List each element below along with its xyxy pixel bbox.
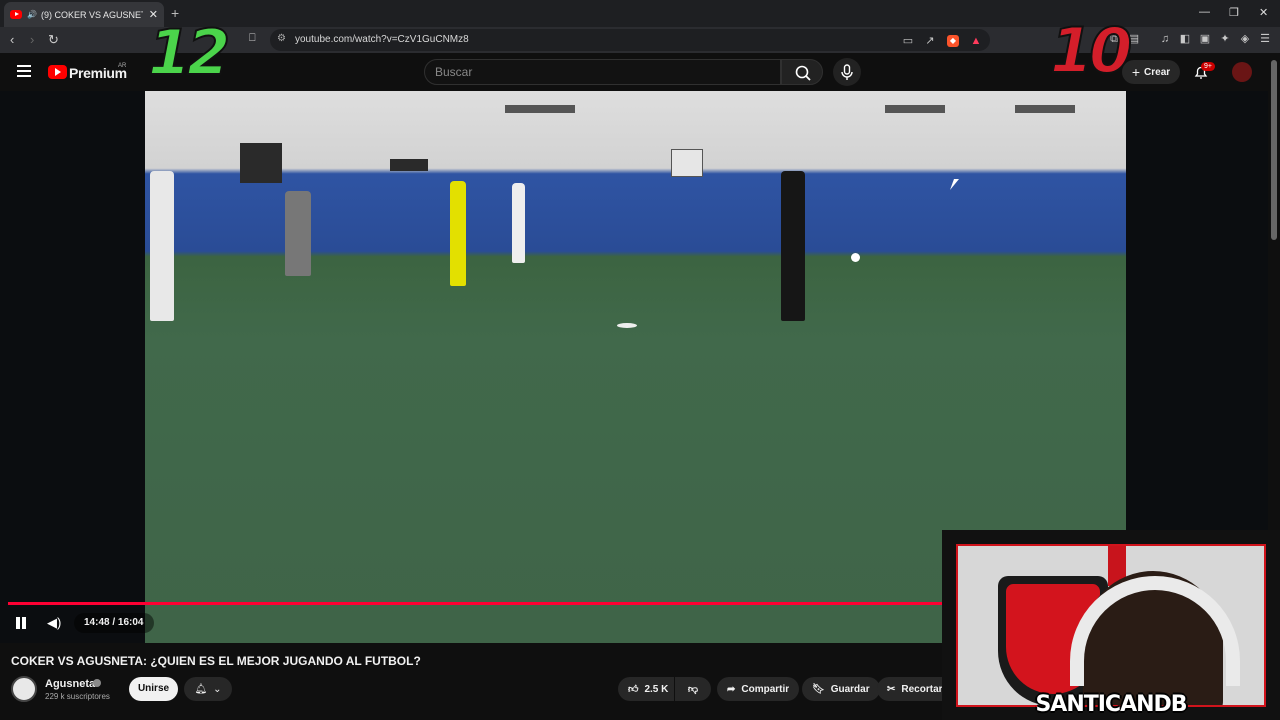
back-icon[interactable]: ‹	[10, 32, 14, 47]
verified-icon	[93, 679, 101, 687]
user-avatar[interactable]	[1232, 62, 1252, 82]
player-figure	[450, 181, 466, 286]
create-label: Crear	[1144, 66, 1171, 78]
hamburger-menu-icon[interactable]	[17, 65, 31, 77]
join-button[interactable]: Unirse	[129, 677, 178, 701]
thumbs-down-icon: 👎︎	[687, 684, 699, 695]
brave-shield-icon[interactable]: ◆	[947, 35, 959, 47]
youtube-favicon-icon	[10, 10, 22, 19]
media-icon[interactable]: ♫	[1159, 33, 1171, 45]
share-icon: ➦	[727, 683, 736, 695]
save-label: Guardar	[830, 683, 870, 695]
search-icon	[795, 65, 811, 81]
reader-icon[interactable]: ▤	[1128, 33, 1140, 45]
field-marker	[617, 323, 637, 328]
volume-icon[interactable]: ◀)	[47, 615, 61, 631]
wall-board	[240, 143, 282, 183]
search-box[interactable]	[424, 59, 781, 85]
reload-icon[interactable]: ↻	[48, 32, 59, 48]
search-input[interactable]	[435, 65, 765, 79]
tab-title: (9) COKER VS AGUSNETA: ¿Q	[40, 9, 143, 20]
brave-rewards-icon[interactable]: ▲	[970, 35, 982, 47]
streamer-name: SANTICANDB	[1035, 692, 1187, 717]
wall-board	[390, 159, 428, 171]
player-figure	[285, 191, 311, 276]
browser-menu-icon[interactable]: ☰	[1259, 33, 1271, 45]
address-bar[interactable]: ⚙ youtube.com/watch?v=CzV1GuCNMz8 ▭ ↗ ◆ …	[270, 29, 990, 51]
voice-search-button[interactable]	[833, 58, 861, 86]
search-button[interactable]	[781, 59, 823, 85]
bookmark-icon: 🔖︎	[812, 683, 825, 695]
player-figure	[512, 183, 525, 263]
forward-icon[interactable]: ›	[30, 32, 34, 47]
bell-icon: 🔔︎	[194, 683, 208, 695]
wall-sign	[671, 149, 703, 177]
wall-window	[1015, 105, 1075, 113]
wallet-icon[interactable]: ▣	[1199, 33, 1211, 45]
webcam-overlay: SANTICANDB	[942, 530, 1280, 720]
channel-name[interactable]: Agusneta	[45, 678, 95, 690]
scissors-icon: ✂	[887, 683, 896, 695]
site-info-icon[interactable]: ⚙	[277, 33, 286, 44]
score-left: 12	[147, 16, 231, 89]
create-button[interactable]: + Crear	[1122, 60, 1180, 84]
dislike-button[interactable]: 👎︎	[675, 677, 711, 701]
sidebar-icon[interactable]: ◧	[1179, 33, 1191, 45]
time-display: 14:48 / 16:04	[74, 613, 154, 633]
microphone-icon	[841, 64, 853, 80]
plus-icon: +	[1131, 64, 1141, 80]
chevron-down-icon: ⌄	[213, 683, 222, 695]
wall-window	[505, 105, 575, 113]
minimize-button[interactable]: —	[1199, 6, 1210, 18]
football	[851, 253, 860, 262]
url-text: youtube.com/watch?v=CzV1GuCNMz8	[295, 34, 469, 45]
maximize-button[interactable]: ❐	[1229, 6, 1239, 19]
bookmark-icon[interactable]: ⎕	[249, 32, 256, 45]
notification-badge: 9+	[1201, 62, 1215, 71]
close-window-button[interactable]: ✕	[1259, 6, 1268, 19]
score-right: 10	[1049, 14, 1133, 87]
country-code: AR	[118, 63, 127, 69]
player-figure	[150, 171, 174, 321]
share-label: Compartir	[741, 683, 790, 695]
channel-avatar[interactable]	[11, 676, 37, 702]
wall-window	[885, 105, 945, 113]
pause-button[interactable]	[14, 616, 28, 630]
webcam-frame	[956, 544, 1266, 707]
browser-tab[interactable]: 🔊 (9) COKER VS AGUSNETA: ¿Q ✕	[4, 2, 164, 27]
vpn-icon[interactable]: ◈	[1239, 33, 1251, 45]
speaker-icon[interactable]: 🔊	[27, 10, 37, 19]
thumbs-up-icon: 👍︎	[628, 684, 639, 695]
subscription-notify-button[interactable]: 🔔︎ ⌄	[184, 677, 232, 701]
subscriber-count: 229 k suscriptores	[45, 692, 110, 701]
video-title: COKER VS AGUSNETA: ¿QUIEN ES EL MEJOR JU…	[11, 654, 421, 668]
player-figure	[781, 171, 805, 321]
save-button[interactable]: 🔖︎ Guardar	[802, 677, 880, 701]
clip-label: Recortar	[901, 683, 943, 695]
share-page-icon[interactable]: ↗	[924, 35, 936, 47]
like-button[interactable]: 👍︎ 2.5 K	[618, 677, 674, 701]
share-button[interactable]: ➦ Compartir	[717, 677, 800, 701]
leo-ai-icon[interactable]: ✦	[1219, 33, 1231, 45]
like-count: 2.5 K	[644, 683, 669, 695]
cast-icon[interactable]: ▭	[902, 35, 914, 47]
page-scrollbar[interactable]	[1271, 60, 1277, 240]
youtube-logo-icon[interactable]	[48, 65, 67, 79]
